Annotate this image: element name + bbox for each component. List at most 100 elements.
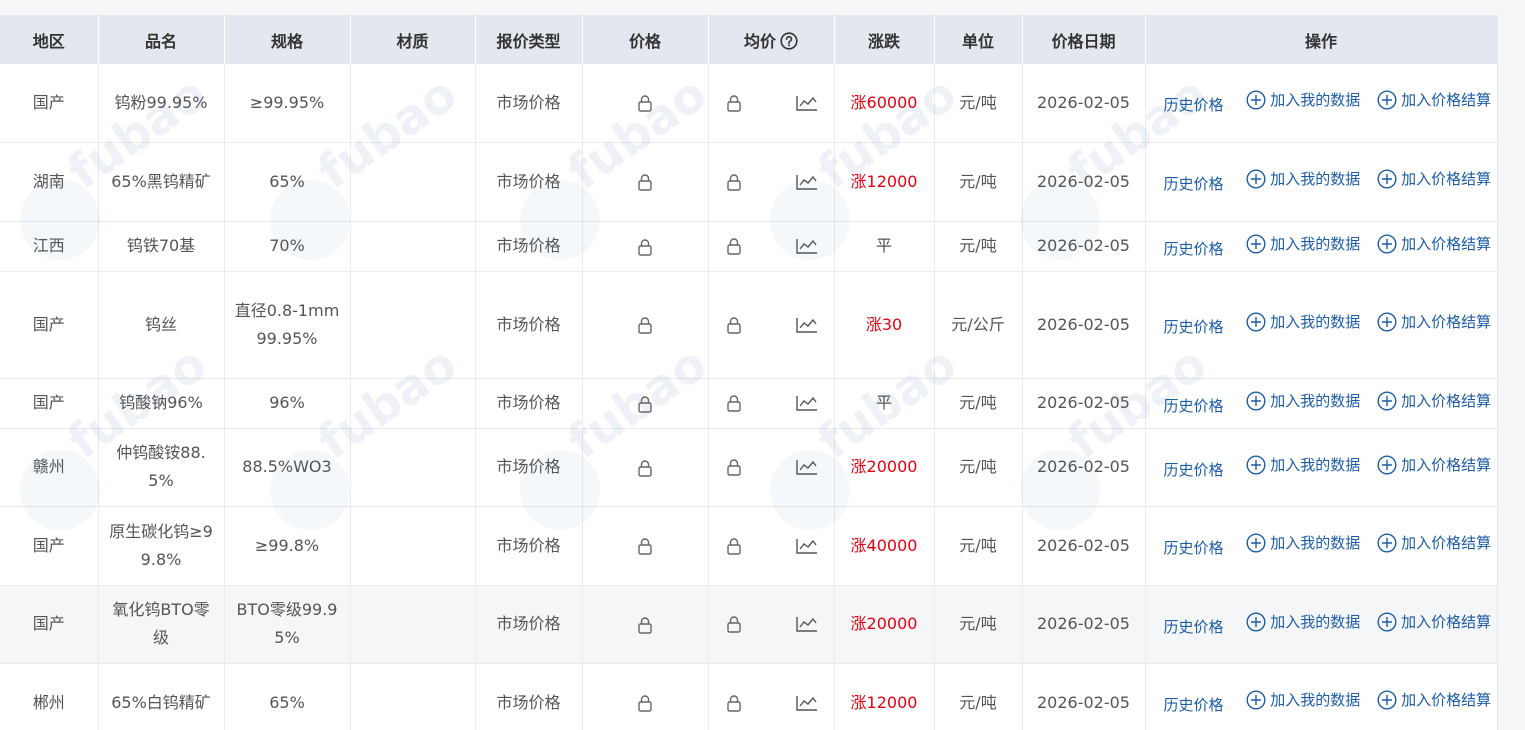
add-price-settle-link[interactable]: 加入价格结算 — [1377, 451, 1491, 479]
trend-chart-icon[interactable] — [795, 538, 818, 554]
lock-icon[interactable] — [637, 173, 653, 191]
add-my-data-label: 加入我的数据 — [1270, 455, 1361, 474]
lock-icon[interactable] — [726, 615, 742, 633]
add-my-data-link[interactable]: 加入我的数据 — [1246, 686, 1360, 714]
col-avg-price: 均价 — [708, 15, 835, 64]
trend-chart-icon[interactable] — [795, 95, 818, 111]
history-price-link[interactable]: 历史价格 — [1164, 313, 1224, 341]
cell-price — [582, 506, 709, 586]
trend-chart-icon[interactable] — [795, 317, 818, 333]
col-name: 品名 — [98, 15, 225, 64]
add-my-data-label: 加入我的数据 — [1270, 612, 1361, 631]
cell-material — [350, 663, 476, 730]
history-price-link[interactable]: 历史价格 — [1164, 91, 1224, 119]
help-circle-icon[interactable] — [780, 31, 798, 50]
cell-unit: 元/吨 — [934, 663, 1023, 730]
lock-icon[interactable] — [726, 537, 742, 555]
lock-icon[interactable] — [726, 237, 742, 255]
lock-icon[interactable] — [637, 694, 653, 712]
avg-price-label: 均价 — [743, 31, 776, 51]
add-my-data-link[interactable]: 加入我的数据 — [1246, 86, 1360, 114]
trend-chart-icon[interactable] — [795, 395, 818, 411]
trend-chart-icon[interactable] — [795, 459, 818, 475]
cell-date: 2026-02-05 — [1022, 663, 1146, 730]
trend-chart-icon[interactable] — [795, 174, 818, 190]
add-price-settle-link[interactable]: 加入价格结算 — [1377, 608, 1491, 636]
cell-change: 涨60000 — [834, 64, 935, 143]
lock-icon[interactable] — [726, 94, 742, 112]
lock-icon[interactable] — [726, 394, 742, 412]
history-price-link[interactable]: 历史价格 — [1164, 170, 1224, 198]
add-my-data-link[interactable]: 加入我的数据 — [1246, 451, 1360, 479]
cell-quote-type: 市场价格 — [475, 221, 583, 272]
cell-region: 国产 — [0, 585, 99, 664]
history-price-link[interactable]: 历史价格 — [1164, 235, 1224, 263]
plus-circle-icon — [1377, 233, 1397, 254]
lock-icon[interactable] — [637, 616, 653, 634]
scrollbar-track[interactable] — [1497, 15, 1525, 730]
cell-unit: 元/吨 — [934, 64, 1023, 143]
history-price-link[interactable]: 历史价格 — [1164, 691, 1224, 719]
add-price-settle-link[interactable]: 加入价格结算 — [1377, 387, 1491, 415]
cell-date: 2026-02-05 — [1022, 271, 1146, 379]
trend-chart-icon[interactable] — [795, 238, 818, 254]
cell-change: 平 — [834, 221, 935, 272]
table-row: 江西 钨铁70基 70% 市场价格 平 元/吨 2026-02-05 历史价格 … — [0, 221, 1497, 272]
history-price-link[interactable]: 历史价格 — [1164, 534, 1224, 562]
add-my-data-link[interactable]: 加入我的数据 — [1246, 230, 1360, 258]
plus-circle-icon — [1246, 233, 1266, 254]
lock-icon[interactable] — [726, 694, 742, 712]
add-my-data-link[interactable]: 加入我的数据 — [1246, 529, 1360, 557]
lock-icon[interactable] — [637, 459, 653, 477]
cell-date: 2026-02-05 — [1022, 506, 1146, 586]
cell-material — [350, 506, 476, 586]
add-price-settle-link[interactable]: 加入价格结算 — [1377, 230, 1491, 258]
lock-icon[interactable] — [637, 316, 653, 334]
history-price-link[interactable]: 历史价格 — [1164, 456, 1224, 484]
add-price-settle-link[interactable]: 加入价格结算 — [1377, 529, 1491, 557]
lock-icon[interactable] — [637, 395, 653, 413]
table-row: 国产 氧化钨BTO零级 BTO零级99.95% 市场价格 涨20000 元/吨 … — [0, 585, 1497, 664]
cell-region: 国产 — [0, 506, 99, 586]
cell-actions: 历史价格 加入我的数据 加入价格结算 — [1145, 663, 1497, 730]
cell-material — [350, 378, 476, 429]
lock-icon[interactable] — [637, 238, 653, 256]
lock-icon[interactable] — [726, 173, 742, 191]
trend-chart-icon[interactable] — [795, 616, 818, 632]
cell-actions: 历史价格 加入我的数据 加入价格结算 — [1145, 585, 1497, 664]
add-my-data-link[interactable]: 加入我的数据 — [1246, 387, 1360, 415]
cell-actions: 历史价格 加入我的数据 加入价格结算 — [1145, 142, 1497, 222]
add-price-settle-link[interactable]: 加入价格结算 — [1377, 686, 1491, 714]
plus-circle-icon — [1377, 169, 1397, 189]
cell-spec: ≥99.95% — [224, 64, 351, 143]
cell-actions: 历史价格 加入我的数据 加入价格结算 — [1145, 506, 1497, 586]
add-my-data-link[interactable]: 加入我的数据 — [1246, 165, 1360, 193]
add-price-settle-link[interactable]: 加入价格结算 — [1377, 165, 1491, 193]
cell-material — [350, 142, 476, 222]
add-my-data-link[interactable]: 加入我的数据 — [1246, 308, 1360, 336]
table-row: 湖南 65%黑钨精矿 65% 市场价格 涨12000 元/吨 2026-02-0… — [0, 142, 1497, 222]
add-price-settle-link[interactable]: 加入价格结算 — [1377, 86, 1491, 114]
cell-region: 湖南 — [0, 142, 99, 222]
lock-icon[interactable] — [726, 458, 742, 476]
cell-name: 65%黑钨精矿 — [98, 142, 225, 222]
cell-avg-price — [708, 221, 835, 272]
lock-icon[interactable] — [726, 316, 742, 334]
table-row: 国产 原生碳化钨≥99.8% ≥99.8% 市场价格 涨40000 元/吨 20… — [0, 506, 1497, 586]
add-my-data-link[interactable]: 加入我的数据 — [1246, 608, 1360, 636]
cell-material — [350, 585, 476, 664]
lock-icon[interactable] — [637, 537, 653, 555]
col-spec: 规格 — [224, 15, 351, 64]
cell-name: 钨酸钠96% — [98, 378, 225, 429]
cell-date: 2026-02-05 — [1022, 221, 1146, 272]
lock-icon[interactable] — [637, 94, 653, 112]
cell-name: 65%白钨精矿 — [98, 663, 225, 730]
add-price-settle-link[interactable]: 加入价格结算 — [1377, 308, 1491, 336]
trend-chart-icon[interactable] — [795, 695, 818, 711]
cell-name: 钨丝 — [98, 271, 225, 379]
cell-change: 涨20000 — [834, 585, 935, 664]
cell-price — [582, 64, 709, 143]
history-price-link[interactable]: 历史价格 — [1164, 613, 1224, 641]
cell-avg-price — [708, 271, 835, 379]
history-price-link[interactable]: 历史价格 — [1164, 392, 1224, 420]
